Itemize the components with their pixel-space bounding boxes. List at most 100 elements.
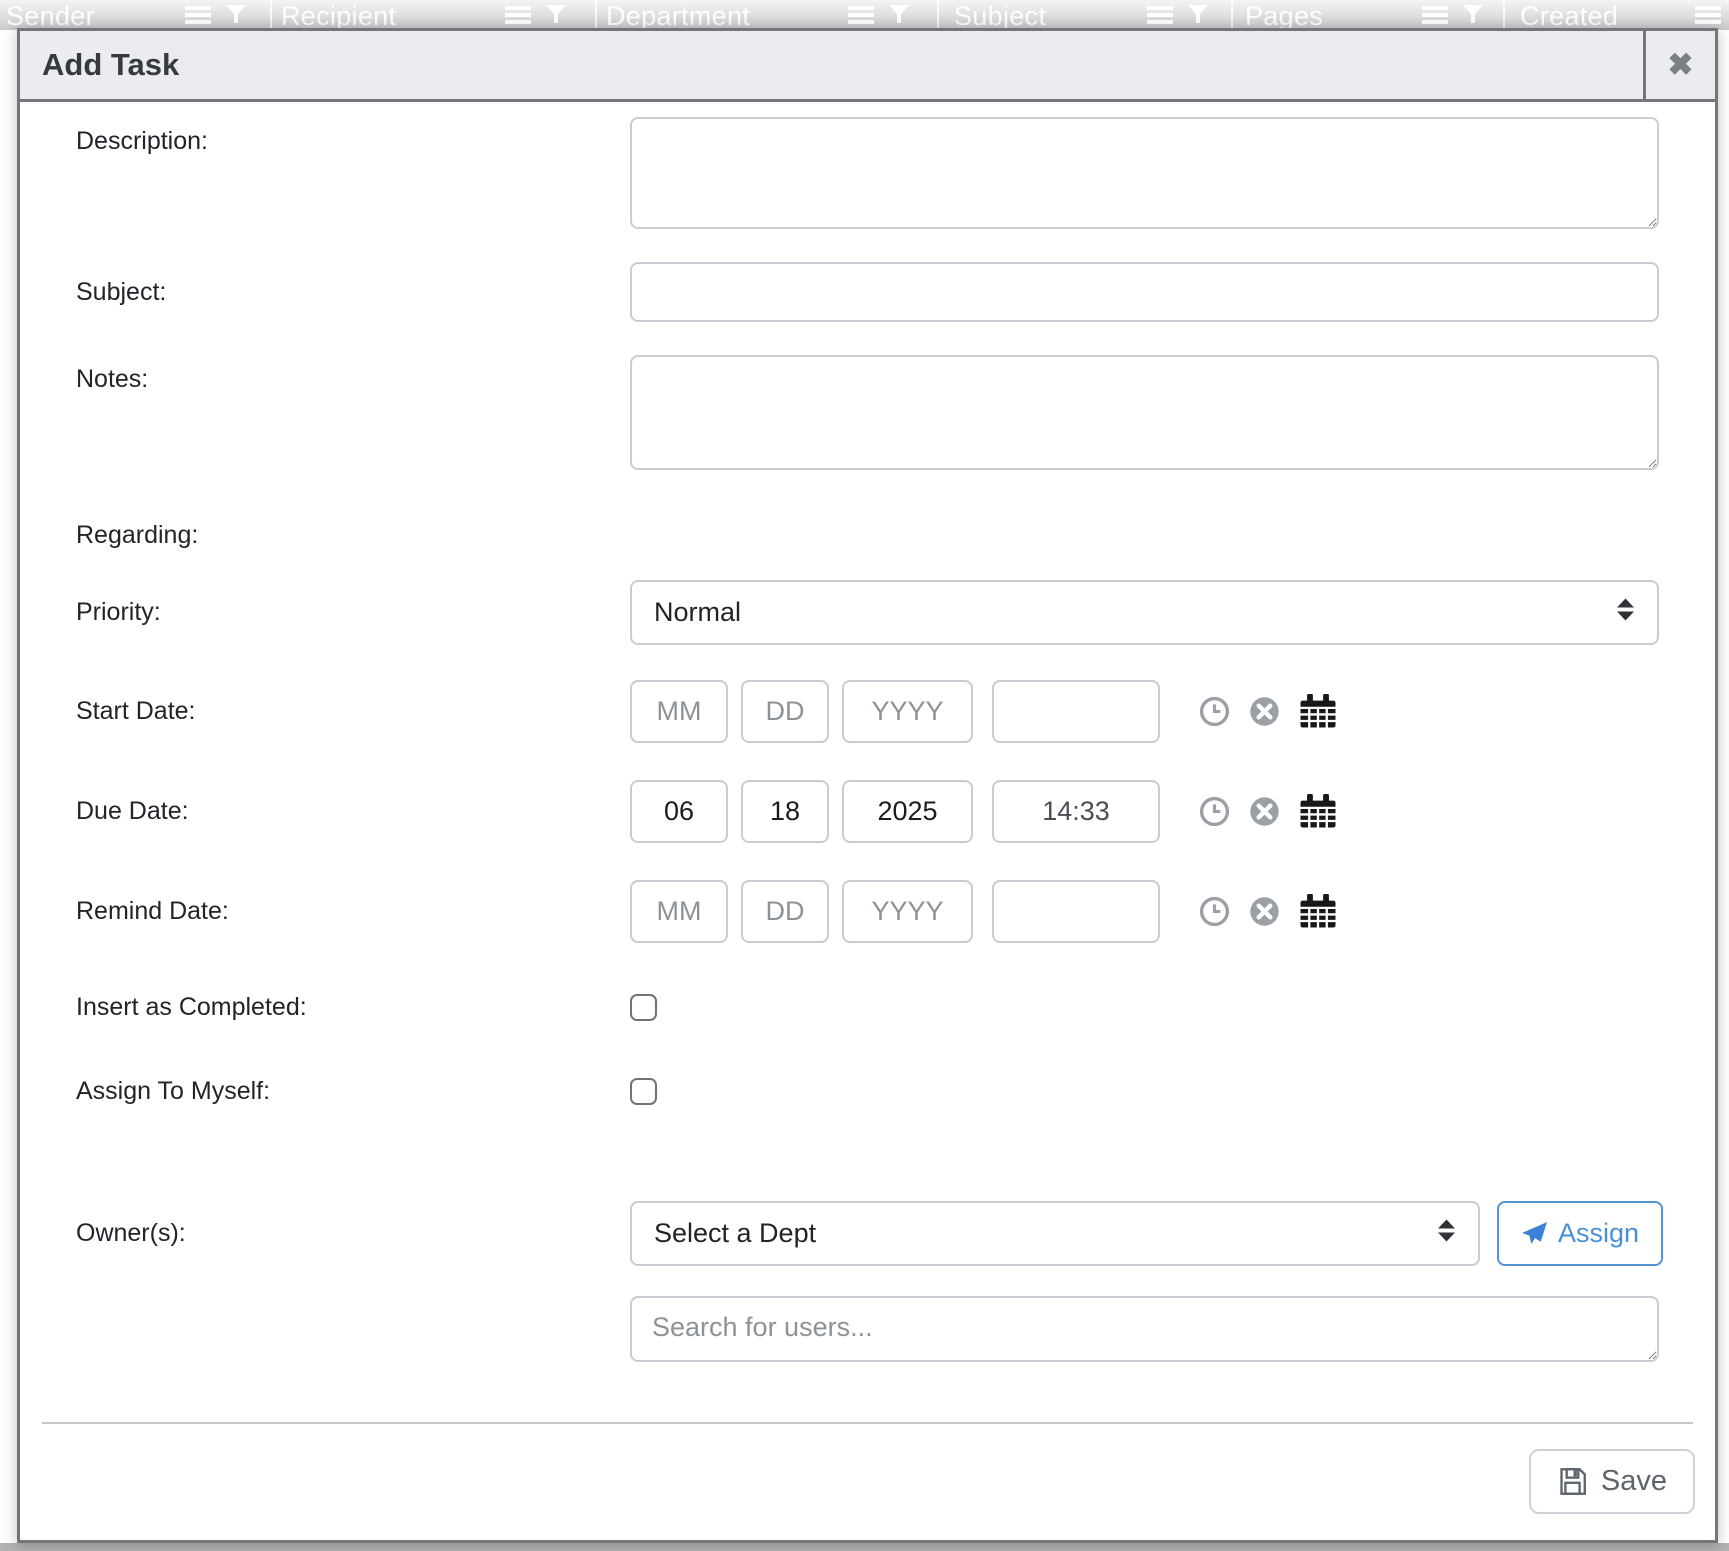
due-month-input[interactable] (630, 780, 728, 843)
user-search-row (76, 1296, 1659, 1362)
bg-column-subject: Subject (954, 1, 1046, 30)
clear-circle-icon (1249, 696, 1280, 727)
clear-circle-icon (1249, 796, 1280, 827)
subject-label: Subject: (76, 278, 630, 307)
clock-icon (1199, 896, 1230, 927)
remind-calendar-button[interactable] (1299, 894, 1337, 929)
background-bottom-strip (0, 1543, 1729, 1551)
start-calendar-button[interactable] (1299, 694, 1337, 729)
filter-icon (888, 4, 910, 26)
close-icon: ✖ (1668, 47, 1694, 83)
close-button[interactable]: ✖ (1643, 31, 1715, 99)
due-calendar-button[interactable] (1299, 794, 1337, 829)
owners-row: Owner(s): Select a Dept Assign (76, 1201, 1659, 1266)
filter-icon (225, 4, 247, 26)
sort-icon (1695, 4, 1721, 26)
clock-icon (1199, 696, 1230, 727)
bg-sort-filter-icons (1695, 4, 1721, 26)
bg-column-pages: Pages (1245, 1, 1323, 30)
dialog-title: Add Task (20, 31, 1643, 99)
remind-year-input[interactable] (842, 880, 973, 943)
priority-select[interactable]: Normal (630, 580, 1659, 645)
bg-sort-filter-icons (185, 4, 247, 26)
filter-icon (1462, 4, 1484, 26)
sort-icon (185, 4, 211, 26)
department-select[interactable]: Select a Dept (630, 1201, 1480, 1266)
assign-to-myself-row: Assign To Myself: (76, 1077, 1659, 1106)
description-label: Description: (76, 117, 630, 156)
start-month-input[interactable] (630, 680, 728, 743)
add-task-dialog: Add Task ✖ Description: Subject: (17, 28, 1718, 1543)
remind-month-input[interactable] (630, 880, 728, 943)
description-textarea[interactable] (630, 117, 1659, 229)
notes-textarea[interactable] (630, 355, 1659, 470)
bg-sort-filter-icons (505, 4, 567, 26)
select-caret-icon (1437, 1218, 1456, 1249)
calendar-icon (1299, 794, 1337, 829)
remind-time-button[interactable] (1199, 896, 1230, 927)
start-day-input[interactable] (741, 680, 829, 743)
select-caret-icon (1616, 597, 1635, 628)
notes-label: Notes: (76, 355, 630, 394)
sort-icon (848, 4, 874, 26)
regarding-label: Regarding: (76, 521, 630, 550)
bg-column-divider (1503, 0, 1505, 30)
start-clear-button[interactable] (1249, 696, 1280, 727)
bg-column-divider (1231, 0, 1233, 30)
assign-button[interactable]: Assign (1497, 1201, 1663, 1266)
send-plane-icon (1521, 1221, 1548, 1246)
owners-label: Owner(s): (76, 1219, 630, 1248)
due-time-input[interactable] (992, 780, 1160, 843)
due-time-button[interactable] (1199, 796, 1230, 827)
priority-label: Priority: (76, 598, 630, 627)
regarding-row: Regarding: (76, 515, 1659, 555)
subject-input (630, 262, 1659, 322)
bg-sort-filter-icons (848, 4, 910, 26)
remind-date-label: Remind Date: (76, 897, 630, 926)
user-search-input[interactable] (630, 1296, 1659, 1362)
save-button[interactable]: Save (1529, 1449, 1695, 1514)
page: Sender Recipient Department Subject Page… (0, 0, 1729, 1551)
bg-column-divider (937, 0, 939, 30)
due-clear-button[interactable] (1249, 796, 1280, 827)
dialog-body: Description: Subject: Notes: (20, 102, 1715, 1539)
start-time-input[interactable] (992, 680, 1160, 743)
clear-circle-icon (1249, 896, 1280, 927)
bg-column-sender: Sender (6, 1, 95, 30)
start-time-button[interactable] (1199, 696, 1230, 727)
bg-sort-filter-icons (1422, 4, 1484, 26)
bg-sort-filter-icons (1147, 4, 1209, 26)
dialog-footer: Save (76, 1424, 1695, 1539)
start-date-label: Start Date: (76, 697, 630, 726)
sort-icon (1147, 4, 1173, 26)
insert-as-completed-row: Insert as Completed: (76, 993, 1659, 1022)
save-button-label: Save (1601, 1465, 1667, 1498)
save-floppy-icon (1557, 1466, 1588, 1497)
due-date-row: Due Date: (76, 780, 1659, 843)
assign-to-myself-checkbox[interactable] (630, 1078, 657, 1105)
dialog-header: Add Task ✖ (20, 31, 1715, 102)
bg-column-divider (270, 0, 272, 30)
subject-row: Subject: (76, 262, 1659, 322)
remind-day-input[interactable] (741, 880, 829, 943)
due-year-input[interactable] (842, 780, 973, 843)
bg-column-created: Created (1520, 1, 1618, 30)
bg-column-recipient: Recipient (281, 1, 396, 30)
notes-row: Notes: (76, 355, 1659, 470)
insert-as-completed-checkbox[interactable] (630, 994, 657, 1021)
priority-selected-value: Normal (654, 597, 741, 628)
start-year-input[interactable] (842, 680, 973, 743)
bg-column-divider (595, 0, 597, 30)
start-date-row: Start Date: (76, 680, 1659, 743)
remind-time-input[interactable] (992, 880, 1160, 943)
clock-icon (1199, 796, 1230, 827)
remind-clear-button[interactable] (1249, 896, 1280, 927)
due-date-label: Due Date: (76, 797, 630, 826)
due-day-input[interactable] (741, 780, 829, 843)
assign-button-label: Assign (1558, 1218, 1639, 1249)
calendar-icon (1299, 694, 1337, 729)
bg-column-department: Department (606, 1, 750, 30)
department-selected-value: Select a Dept (654, 1218, 816, 1249)
sort-icon (1422, 4, 1448, 26)
assign-to-myself-label: Assign To Myself: (76, 1077, 630, 1106)
